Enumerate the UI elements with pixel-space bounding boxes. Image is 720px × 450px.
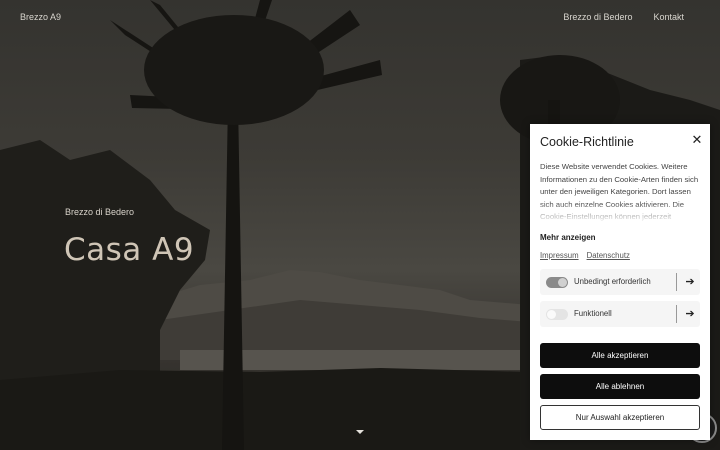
toggle-knob (547, 310, 556, 319)
hero-subtitle: Brezzo di Bedero (65, 207, 135, 217)
datenschutz-link[interactable]: Datenschutz (587, 251, 630, 260)
brand-link[interactable]: Brezzo A9 (20, 12, 61, 22)
arrow-right-icon[interactable]: ➔ (682, 274, 698, 290)
cookie-category-necessary: Unbedingt erforderlich ➔ (540, 269, 700, 295)
cookie-consent-panel: Cookie-Richtlinie ✕ Diese Website verwen… (530, 124, 710, 440)
description-fade (540, 202, 705, 224)
category-divider (676, 273, 677, 291)
cookie-panel-title: Cookie-Richtlinie (540, 135, 634, 149)
chevron-down-icon[interactable] (356, 430, 364, 434)
category-label: Unbedingt erforderlich (574, 277, 651, 286)
category-divider (676, 305, 677, 323)
necessary-toggle[interactable] (546, 277, 568, 288)
arrow-right-icon[interactable]: ➔ (682, 306, 698, 322)
legal-links: Impressum Datenschutz (540, 251, 630, 260)
cookie-category-functional: Funktionell ➔ (540, 301, 700, 327)
accept-selection-button[interactable]: Nur Auswahl akzeptieren (540, 405, 700, 430)
reject-all-button[interactable]: Alle ablehnen (540, 374, 700, 399)
accept-all-button[interactable]: Alle akzeptieren (540, 343, 700, 368)
impressum-link[interactable]: Impressum (540, 251, 579, 260)
close-icon[interactable]: ✕ (689, 132, 705, 148)
category-label: Funktionell (574, 309, 612, 318)
nav-item-kontakt[interactable]: Kontakt (653, 12, 684, 22)
nav-menu: Brezzo di Bedero Kontakt (563, 12, 684, 22)
top-navigation: Brezzo A9 Brezzo di Bedero Kontakt (0, 0, 720, 36)
show-more-link[interactable]: Mehr anzeigen (540, 233, 596, 242)
toggle-knob (558, 278, 567, 287)
nav-item-brezzo-di-bedero[interactable]: Brezzo di Bedero (563, 12, 632, 22)
functional-toggle[interactable] (546, 309, 568, 320)
hero-title: Casa A9 (64, 232, 195, 268)
